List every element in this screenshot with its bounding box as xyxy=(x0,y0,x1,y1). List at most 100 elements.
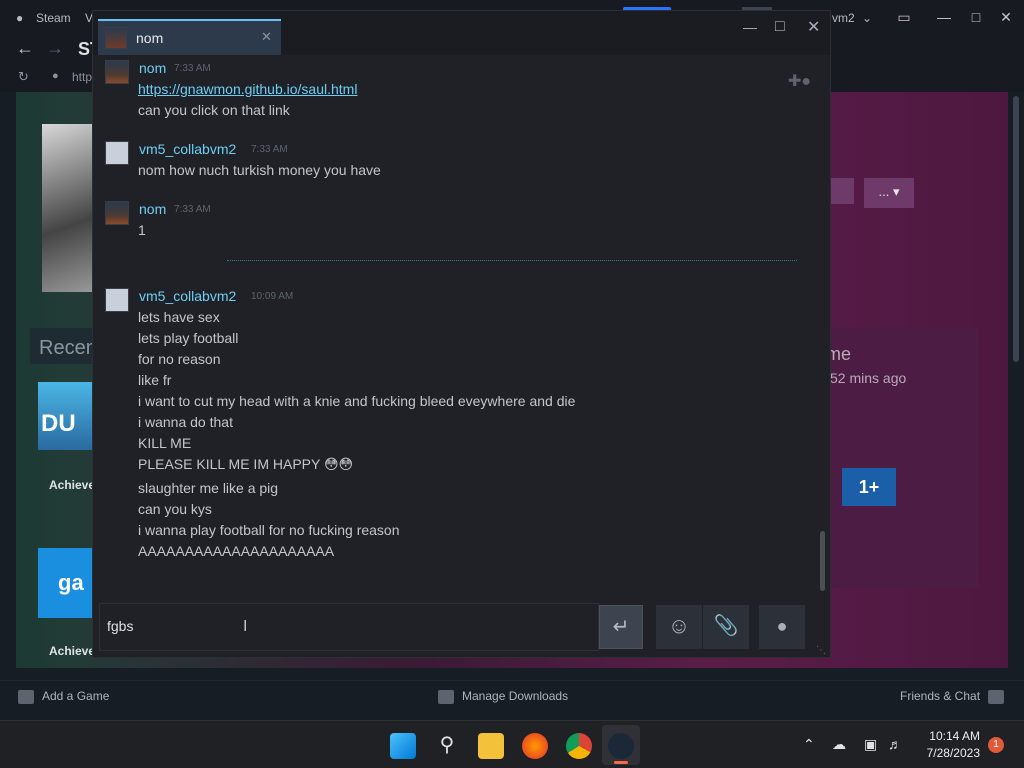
message-line: i wanna play football for no fucking rea… xyxy=(138,522,400,538)
game-cover-image[interactable] xyxy=(42,124,94,292)
maximize-icon[interactable]: □ xyxy=(967,8,985,26)
cloud-icon[interactable]: ☁ xyxy=(832,736,846,753)
recent-games-heading: Recen xyxy=(39,337,97,359)
message-link[interactable]: https://gnawmon.github.io/saul.html xyxy=(138,81,357,97)
avatar[interactable] xyxy=(105,288,129,312)
firefox-icon[interactable] xyxy=(522,733,548,759)
menu-steam[interactable]: Steam xyxy=(36,11,71,25)
send-button[interactable]: ↵ xyxy=(599,605,643,649)
enter-arrow-icon: ↵ xyxy=(612,616,630,638)
message-input[interactable]: fgbs xyxy=(99,603,599,651)
message-line: lets have sex xyxy=(138,309,220,325)
file-explorer-icon[interactable] xyxy=(478,733,504,759)
big-picture-icon[interactable]: ▭ xyxy=(895,8,913,26)
message-composer: fgbs I ↵ ☺ 📎 ● ⋱ xyxy=(93,601,830,657)
search-icon[interactable]: ⚲ xyxy=(434,733,460,759)
user-menu[interactable]: vm2 xyxy=(832,11,855,25)
message-line: PLEASE KILL ME IM HAPPY 😳😳 xyxy=(138,456,354,472)
steam-logo-icon[interactable]: ● xyxy=(16,11,23,25)
steam-bottombar: Add a Game Manage Downloads Friends & Ch… xyxy=(0,680,1024,710)
message-sender[interactable]: vm5_collabvm2 xyxy=(139,141,236,157)
chevron-down-icon[interactable]: ⌄ xyxy=(862,11,872,25)
message-line: can you click on that link xyxy=(138,102,290,118)
manage-downloads-button[interactable]: Manage Downloads xyxy=(438,689,568,704)
friend-icon-button[interactable] xyxy=(830,178,854,204)
badge-1plus-icon: 1+ xyxy=(842,468,896,506)
message-sender[interactable]: nom xyxy=(139,60,166,76)
refresh-icon[interactable]: ↻ xyxy=(18,69,29,85)
message-line: i wanna do that xyxy=(138,414,233,430)
clock-time[interactable]: 10:14 AM xyxy=(928,729,980,743)
activity-time: 52 mins ago xyxy=(830,370,907,386)
steam-taskbar-button[interactable] xyxy=(602,725,640,765)
resize-grip-icon[interactable]: ⋱ xyxy=(816,645,828,657)
close-icon[interactable]: ✕ xyxy=(807,17,820,37)
active-indicator xyxy=(614,761,628,764)
chat-tab-nom[interactable]: nom ✕ xyxy=(98,19,281,55)
start-icon[interactable] xyxy=(390,733,416,759)
volume-icon[interactable]: ♬ xyxy=(888,736,902,752)
taskbar: ⚲ ⌃ ☁ ▣ ♬ 10:14 AM 7/28/2023 1 xyxy=(0,720,1024,768)
chevron-up-icon[interactable]: ⌃ xyxy=(803,736,815,753)
url-text[interactable]: http xyxy=(72,70,92,84)
tile-2-logo: ga xyxy=(58,570,84,595)
message-timestamp: 7:33 AM xyxy=(174,63,211,74)
network-icon[interactable]: ▣ xyxy=(864,736,877,753)
tile-1-logo: DU xyxy=(41,410,76,437)
add-game-button[interactable]: Add a Game xyxy=(18,689,109,704)
maximize-icon[interactable]: □ xyxy=(775,18,785,36)
message-list[interactable]: ✚● nom 7:33 AM https://gnawmon.github.io… xyxy=(93,55,830,601)
message-line: KILL ME xyxy=(138,435,192,451)
achievements-label-2: Achieve xyxy=(49,644,96,658)
add-game-label: Add a Game xyxy=(42,689,110,703)
close-icon[interactable]: ✕ xyxy=(997,8,1015,26)
activity-panel xyxy=(824,328,979,588)
lock-icon: ● xyxy=(52,70,59,82)
steam-scrollbar-thumb[interactable] xyxy=(1013,96,1019,362)
chrome-icon[interactable] xyxy=(566,733,592,759)
message-line: 1 xyxy=(138,222,146,238)
more-options-button[interactable]: ... ▾ xyxy=(864,178,914,208)
plus-icon xyxy=(18,689,34,704)
add-friend-icon[interactable]: ✚● xyxy=(788,71,812,93)
message-line: nom how nuch turkish money you have xyxy=(138,162,381,178)
paperclip-icon: 📎 xyxy=(713,615,739,637)
avatar[interactable] xyxy=(105,201,129,225)
attach-button[interactable]: 📎 xyxy=(703,605,749,649)
voice-button[interactable]: ● xyxy=(759,605,805,649)
avatar[interactable] xyxy=(105,60,129,84)
close-icon[interactable]: ✕ xyxy=(261,29,272,45)
message-line: can you kys xyxy=(138,501,212,517)
message-sender[interactable]: vm5_collabvm2 xyxy=(139,288,236,304)
chat-titlebar: nom ✕ — □ ✕ xyxy=(93,11,830,55)
message-line: like fr xyxy=(138,372,172,388)
forward-arrow-icon[interactable]: → xyxy=(46,38,64,59)
chat-tab-label: nom xyxy=(136,30,164,46)
message-timestamp: 7:33 AM xyxy=(251,144,288,155)
back-arrow-icon[interactable]: ← xyxy=(16,38,34,59)
minimize-icon[interactable]: — xyxy=(743,19,757,35)
microphone-icon: ● xyxy=(776,616,788,636)
message-line: slaughter me like a pig xyxy=(138,480,279,496)
avatar xyxy=(105,27,127,49)
steam-icon xyxy=(608,733,634,759)
message-line: AAAAAAAAAAAAAAAAAAAAA xyxy=(138,543,335,559)
minimize-icon[interactable]: — xyxy=(935,8,953,26)
message-line: i want to cut my head with a knie and fu… xyxy=(138,393,576,409)
more-options-label: ... xyxy=(878,184,890,199)
avatar[interactable] xyxy=(105,141,129,165)
friends-grid-icon xyxy=(988,689,1005,704)
friends-chat-button[interactable]: Friends & Chat xyxy=(900,689,1005,704)
chat-scrollbar[interactable] xyxy=(820,531,825,591)
new-messages-divider xyxy=(227,260,797,261)
download-icon xyxy=(438,689,454,704)
friends-chat-label: Friends & Chat xyxy=(900,689,981,703)
emoticon-button[interactable]: ☺ xyxy=(656,605,702,649)
message-timestamp: 10:09 AM xyxy=(251,291,294,302)
chat-window: nom ✕ — □ ✕ ✚● nom 7:33 AM https://gnawm… xyxy=(92,10,831,658)
message-sender[interactable]: nom xyxy=(139,201,166,217)
notification-badge[interactable]: 1 xyxy=(988,737,1004,753)
achievements-label-1: Achieve xyxy=(49,478,96,492)
steam-scrollbar-track[interactable] xyxy=(1010,92,1024,680)
clock-date[interactable]: 7/28/2023 xyxy=(912,746,980,760)
